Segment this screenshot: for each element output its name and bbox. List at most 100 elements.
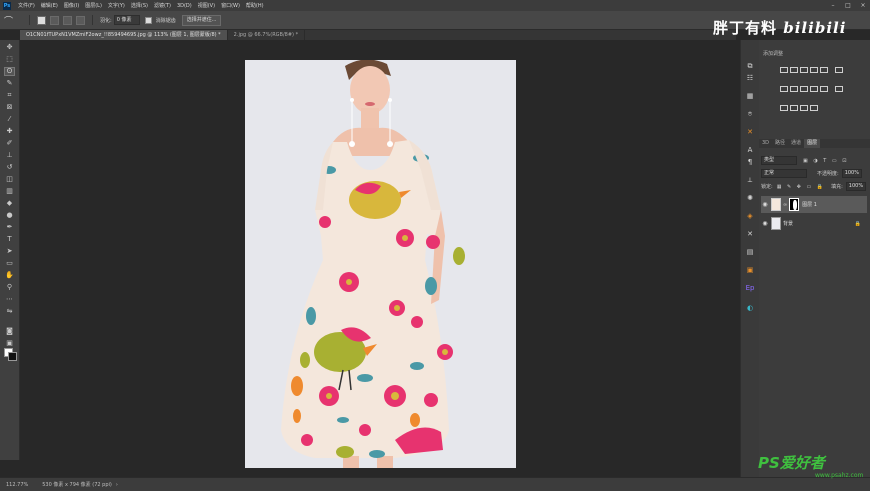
add-selection-icon[interactable] (50, 15, 59, 25)
pen-tool-icon[interactable]: ✒ (5, 224, 14, 231)
link-icon[interactable]: ∞ (783, 202, 787, 208)
curves-icon[interactable] (800, 67, 808, 73)
tools-x-icon[interactable]: ✕ (745, 128, 755, 136)
menu-file[interactable]: 文件(F) (15, 2, 38, 9)
menu-filter[interactable]: 滤镜(T) (151, 2, 174, 9)
photo-filter-icon[interactable] (800, 86, 808, 92)
tab-layers[interactable]: 图层 (804, 139, 821, 148)
intersect-selection-icon[interactable] (76, 15, 85, 25)
menu-select[interactable]: 选择(S) (128, 2, 151, 9)
paths-icon[interactable]: ⟂ (745, 176, 755, 184)
tab-channels[interactable]: 通道 (788, 139, 804, 148)
rectangle-tool-icon[interactable]: ▭ (5, 260, 14, 267)
layer-mask-thumbnail[interactable] (789, 198, 800, 211)
more-tools-icon[interactable]: ⋯ (5, 296, 14, 303)
menu-image[interactable]: 图像(I) (61, 2, 82, 9)
brush-tool-icon[interactable]: ✐ (5, 140, 14, 147)
layer-row-background[interactable]: ◉ 背景 🔒 (761, 215, 867, 232)
lock-icons[interactable]: ▦ ✎ ✥ ▭ 🔒 (777, 184, 825, 190)
path-select-tool-icon[interactable]: ➤ (5, 248, 14, 255)
brush-settings-icon[interactable]: ✺ (745, 194, 755, 202)
quick-mask-icon[interactable]: ◙ (5, 328, 14, 335)
tab-3d[interactable]: 3D (759, 139, 772, 148)
feather-input[interactable]: 0 像素 (113, 15, 140, 25)
quick-select-tool-icon[interactable]: ✎ (5, 80, 14, 87)
screen-mode-icon[interactable]: ▣ (5, 340, 14, 347)
hand-tool-icon[interactable]: ✋ (5, 272, 14, 279)
type-tool-icon[interactable]: T (5, 236, 14, 243)
black-white-icon[interactable] (790, 86, 798, 92)
edit-toolbar-icon[interactable]: ⇋ (5, 308, 14, 315)
hue-icon[interactable] (835, 67, 844, 73)
maximize-icon[interactable]: □ (841, 0, 855, 11)
frame-tool-icon[interactable]: ⊠ (5, 104, 14, 111)
menu-type[interactable]: 文字(Y) (105, 2, 128, 9)
visibility-eye-icon[interactable]: ◉ (761, 220, 769, 227)
swatches-icon[interactable]: ▦ (745, 92, 755, 100)
new-selection-icon[interactable] (37, 15, 46, 25)
actions-icon[interactable]: ▤ (745, 248, 755, 256)
paragraph-icon[interactable]: ¶ (745, 158, 755, 166)
dodge-tool-icon[interactable]: ● (5, 212, 14, 219)
layer-filter-select[interactable]: 类型 (761, 156, 797, 165)
antialias-checkbox[interactable] (144, 16, 152, 24)
eraser-tool-icon[interactable]: ◫ (5, 176, 14, 183)
cube-plugin-icon[interactable]: ▣ (745, 266, 755, 274)
visibility-eye-icon[interactable]: ◉ (761, 201, 769, 208)
history-icon[interactable]: ⧉ (745, 62, 755, 70)
layer-row-layer1[interactable]: ◉ ∞ 图层 1 (761, 196, 867, 213)
menu-layer[interactable]: 图层(L) (82, 2, 105, 9)
ep-plugin-icon[interactable]: Ep (745, 284, 755, 292)
menu-help[interactable]: 帮助(H) (243, 2, 267, 9)
libraries-icon[interactable]: ⌾ (745, 110, 755, 118)
brightness-icon[interactable] (780, 67, 788, 73)
vibrance-icon[interactable] (820, 67, 828, 73)
document-canvas[interactable] (245, 60, 516, 468)
layer-name[interactable]: 背景 (783, 220, 793, 227)
selective-color-icon[interactable] (810, 105, 818, 111)
color-balance-icon[interactable] (780, 86, 788, 92)
tab-document-1[interactable]: O1CN01fTUPxN1VMZmiF2owz_!!859494695.jpg … (20, 30, 228, 40)
zoom-tool-icon[interactable]: ⚲ (5, 284, 14, 291)
3d-icon[interactable]: ◈ (745, 212, 755, 220)
blend-mode-select[interactable]: 正常 (761, 169, 807, 178)
gradient-map-icon[interactable] (800, 105, 808, 111)
crop-tool-icon[interactable]: ⌗ (5, 92, 14, 99)
channel-mixer-icon[interactable] (810, 86, 818, 92)
opacity-input[interactable]: 100% (841, 169, 862, 178)
background-color-swatch[interactable] (8, 352, 17, 361)
move-tool-icon[interactable]: ✥ (5, 44, 14, 51)
lasso-tool-icon[interactable]: ʘ (4, 67, 15, 76)
tab-paths[interactable]: 路径 (772, 139, 788, 148)
history-brush-tool-icon[interactable]: ↺ (5, 164, 14, 171)
close-icon[interactable]: × (856, 0, 870, 11)
menu-3d[interactable]: 3D(D) (174, 3, 195, 9)
tab-document-2[interactable]: 2.jpg @ 66.7%(RGB/8#) * (228, 30, 306, 40)
chevron-right-icon[interactable]: › (116, 482, 118, 488)
menu-edit[interactable]: 编辑(E) (38, 2, 61, 9)
c-plugin-icon[interactable]: ◐ (745, 304, 755, 312)
eyedropper-tool-icon[interactable]: ⁄ (5, 116, 14, 123)
subtract-selection-icon[interactable] (63, 15, 72, 25)
layer-name[interactable]: 图层 1 (802, 201, 817, 208)
filter-icons[interactable]: ▣ ◑ T ▭ ⊡ (803, 158, 848, 164)
character-icon[interactable]: A (745, 146, 755, 154)
tool-presets-icon[interactable]: ✕ (745, 230, 755, 238)
minimize-icon[interactable]: – (826, 0, 840, 11)
properties-icon[interactable]: ☷ (745, 74, 755, 82)
blur-tool-icon[interactable]: ◆ (5, 200, 14, 207)
select-and-mask-button[interactable]: 选择并遮住... (181, 14, 222, 26)
levels-icon[interactable] (790, 67, 798, 73)
invert-icon[interactable] (835, 86, 844, 92)
marquee-tool-icon[interactable]: ⬚ (5, 56, 14, 63)
fill-input[interactable]: 100% (845, 182, 867, 191)
exposure-icon[interactable] (810, 67, 818, 73)
gradient-tool-icon[interactable]: ▥ (5, 188, 14, 195)
canvas-area[interactable] (20, 40, 736, 468)
zoom-readout[interactable]: 112.77% (6, 482, 28, 488)
healing-brush-tool-icon[interactable]: ✚ (5, 128, 14, 135)
lasso-tool-preset-icon[interactable]: ⌒ (4, 14, 24, 27)
menu-window[interactable]: 窗口(W) (218, 2, 243, 9)
posterize-icon[interactable] (780, 105, 788, 111)
threshold-icon[interactable] (790, 105, 798, 111)
